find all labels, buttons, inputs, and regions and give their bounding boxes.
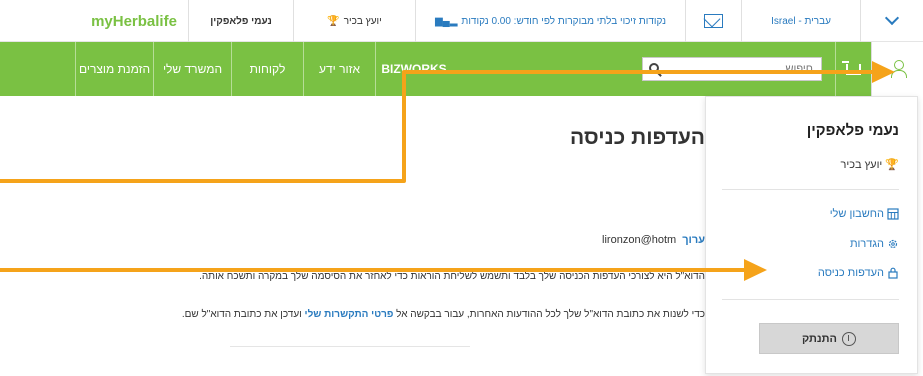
nav-customers[interactable]: לקוחות bbox=[231, 42, 303, 96]
top-bar: myHerbalife נעמי פלאפקין יועץ בכיר 🏆 נקו… bbox=[0, 0, 923, 42]
login-preferences-label: העדפות כניסה bbox=[817, 267, 884, 279]
dropdown-role-label: יועץ בכיר bbox=[840, 158, 883, 171]
search-input[interactable] bbox=[643, 58, 821, 80]
nav-bizworks[interactable]: BIZWORKS bbox=[375, 42, 452, 96]
expand-button[interactable] bbox=[860, 0, 923, 42]
email-value: lironzon@hotm bbox=[602, 234, 677, 246]
dropdown-role: 🏆 יועץ בכיר bbox=[840, 158, 899, 172]
dropdown-user-name: נעמי פלאפקין bbox=[806, 122, 899, 139]
nav-product-orders[interactable]: הזמנת מוצרים bbox=[75, 42, 153, 96]
chevron-down-icon bbox=[884, 10, 900, 26]
line2-prefix: כדי לשנות את כתובת הדוא"ל שלך לכל ההודעו… bbox=[396, 309, 705, 320]
search-icon[interactable] bbox=[649, 63, 659, 73]
settings-label: הגדרות bbox=[849, 238, 884, 250]
brand-logo[interactable]: myHerbalife bbox=[80, 0, 188, 42]
advisor-label: יועץ בכיר bbox=[343, 15, 382, 27]
nav-my-office[interactable]: המשרד שלי bbox=[153, 42, 231, 96]
user-menu-button[interactable] bbox=[871, 42, 923, 96]
language-selector[interactable]: עברית - Israel bbox=[741, 0, 860, 42]
email-purpose-text: הדוא"ל היא לצורכי העדפות הכניסה שלך בלבד… bbox=[199, 271, 705, 282]
nav-knowledge[interactable]: אזור ידע bbox=[303, 42, 375, 96]
bar-chart-icon: ▂▄▆ bbox=[434, 15, 458, 27]
cart-button[interactable] bbox=[835, 42, 871, 96]
contact-details-link[interactable]: פרטי התקשרות שלי bbox=[305, 309, 394, 320]
mail-button[interactable] bbox=[685, 0, 741, 42]
settings-link[interactable]: הגדרות bbox=[850, 238, 899, 250]
gear-icon bbox=[887, 238, 899, 250]
user-icon bbox=[890, 60, 907, 78]
trophy-icon: 🏆 bbox=[885, 159, 899, 171]
my-account-link[interactable]: החשבון שלי bbox=[830, 208, 899, 220]
logout-button[interactable]: התנתק bbox=[759, 323, 899, 354]
cart-icon bbox=[842, 60, 861, 75]
logout-label: התנתק bbox=[802, 332, 837, 345]
line2-suffix: ועדכן את כתובת הדוא"ל שם. bbox=[181, 309, 302, 320]
calculator-icon bbox=[887, 208, 899, 220]
power-icon bbox=[841, 331, 856, 346]
advisor-level: יועץ בכיר 🏆 bbox=[293, 0, 415, 42]
trophy-icon: 🏆 bbox=[327, 15, 340, 27]
edit-link[interactable]: ערוך bbox=[682, 234, 705, 246]
points-link[interactable]: נקודות זיכוי בלתי מבוקרות לפי חודש: 0.00… bbox=[415, 0, 685, 42]
email-change-text: כדי לשנות את כתובת הדוא"ל שלך לכל ההודעו… bbox=[182, 309, 705, 320]
lock-icon bbox=[887, 267, 899, 279]
email-row: ערוך lironzon@hotm bbox=[602, 234, 705, 246]
dropdown-divider bbox=[722, 299, 899, 300]
user-dropdown: נעמי פלאפקין 🏆 יועץ בכיר החשבון שלי הגדר… bbox=[705, 96, 918, 374]
divider bbox=[230, 346, 470, 347]
user-name-label: נעמי פלאפקין bbox=[188, 0, 293, 42]
points-label: נקודות זיכוי בלתי מבוקרות לפי חודש: 0.00… bbox=[461, 15, 667, 27]
page-title: העדפות כניסה bbox=[570, 126, 705, 149]
login-preferences-link[interactable]: העדפות כניסה bbox=[818, 267, 899, 279]
search-box bbox=[642, 57, 822, 81]
my-account-label: החשבון שלי bbox=[829, 208, 884, 220]
dropdown-divider bbox=[722, 189, 899, 190]
envelope-icon bbox=[704, 14, 723, 28]
